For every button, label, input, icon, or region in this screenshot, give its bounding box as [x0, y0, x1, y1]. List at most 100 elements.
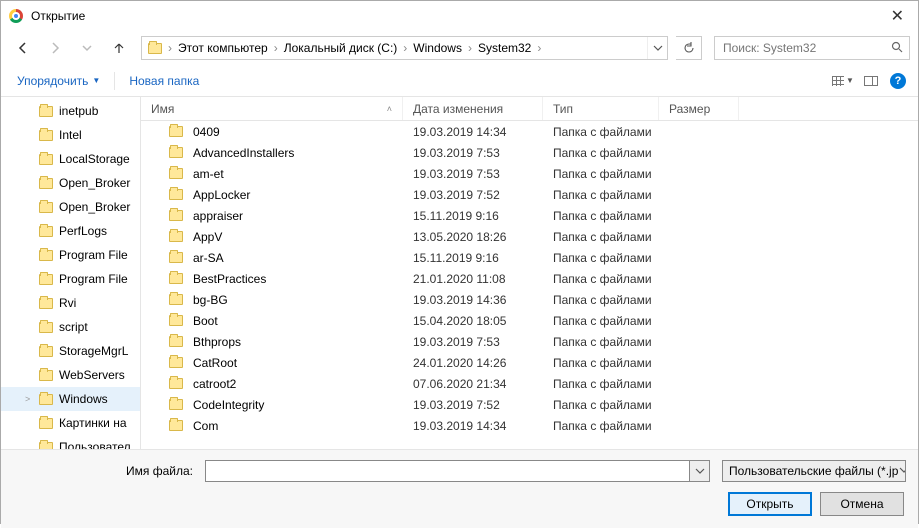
breadcrumb-item[interactable]: System32	[474, 41, 535, 55]
sidebar-item[interactable]: Program File	[1, 267, 140, 291]
column-size[interactable]: Размер	[659, 97, 739, 120]
separator	[114, 72, 115, 90]
sidebar-item[interactable]: PerfLogs	[1, 219, 140, 243]
sidebar-item-label: Program File	[59, 248, 128, 262]
file-type: Папка с файлами	[543, 272, 659, 286]
open-button[interactable]: Открыть	[728, 492, 812, 516]
folder-icon	[39, 154, 53, 165]
file-type: Папка с файлами	[543, 188, 659, 202]
file-date: 13.05.2020 18:26	[403, 230, 543, 244]
forward-button[interactable]	[41, 36, 69, 60]
cancel-button[interactable]: Отмена	[820, 492, 904, 516]
sidebar-item[interactable]: Program File	[1, 243, 140, 267]
table-row[interactable]: 040919.03.2019 14:34Папка с файлами	[141, 121, 918, 142]
sidebar[interactable]: inetpub Intel LocalStorage Open_BrokerOpen_…	[1, 97, 141, 449]
sidebar-item[interactable]: Пользовател	[1, 435, 140, 449]
table-row[interactable]: bg-BG19.03.2019 14:36Папка с файлами	[141, 289, 918, 310]
sidebar-item-label: inetpub	[59, 104, 98, 118]
organize-menu[interactable]: Упорядочить ▼	[13, 70, 104, 92]
table-row[interactable]: Bthprops19.03.2019 7:53Папка с файлами	[141, 331, 918, 352]
filename-input[interactable]	[205, 460, 690, 482]
view-mode-button[interactable]: ▼	[830, 69, 856, 93]
table-row[interactable]: CatRoot24.01.2020 14:26Папка с файлами	[141, 352, 918, 373]
file-type-filter[interactable]: Пользовательские файлы (*.jp	[722, 460, 906, 482]
folder-icon	[39, 106, 53, 117]
sidebar-item[interactable]: inetpub	[1, 99, 140, 123]
sidebar-item[interactable]: Intel	[1, 123, 140, 147]
folder-icon	[39, 394, 53, 405]
filename-combo[interactable]	[205, 460, 710, 482]
toolbar: Упорядочить ▼ Новая папка ▼ ?	[1, 65, 918, 97]
folder-icon	[39, 274, 53, 285]
column-type[interactable]: Тип	[543, 97, 659, 120]
table-row[interactable]: Boot15.04.2020 18:05Папка с файлами	[141, 310, 918, 331]
table-row[interactable]: CodeIntegrity19.03.2019 7:52Папка с файл…	[141, 394, 918, 415]
help-button[interactable]: ?	[890, 73, 906, 89]
sidebar-item[interactable]: Картинки на	[1, 411, 140, 435]
table-row[interactable]: AppLocker 19.03.2019 7:52Папка с файлами	[141, 184, 918, 205]
search-input[interactable]	[721, 40, 891, 56]
sidebar-item[interactable]: Open_Broker	[1, 195, 140, 219]
file-type: Папка с файлами	[543, 314, 659, 328]
table-row[interactable]: appraiser15.11.2019 9:16Папка с файлами	[141, 205, 918, 226]
sidebar-item[interactable]: Open_Broker	[1, 171, 140, 195]
address-bar[interactable]: › Этот компьютер›Локальный диск (C:)›Win…	[141, 36, 668, 60]
file-date: 21.01.2020 11:08	[403, 272, 543, 286]
address-dropdown[interactable]	[647, 37, 667, 59]
file-type: Папка с файлами	[543, 335, 659, 349]
breadcrumb-item[interactable]: Windows	[409, 41, 466, 55]
file-date: 19.03.2019 14:34	[403, 125, 543, 139]
breadcrumb-item[interactable]: Локальный диск (C:)	[280, 41, 402, 55]
filename-label: Имя файла:	[13, 464, 199, 478]
sidebar-item[interactable]: script	[1, 315, 140, 339]
sidebar-item[interactable]: >Windows	[1, 387, 140, 411]
file-date: 15.11.2019 9:16	[403, 209, 543, 223]
sidebar-item-label: WebServers	[59, 368, 125, 382]
search-box[interactable]	[714, 36, 910, 60]
chevron-down-icon: ▼	[846, 76, 854, 85]
expand-icon[interactable]: >	[25, 394, 30, 404]
file-name: bg-BG	[193, 293, 228, 307]
chevron-right-icon: ›	[166, 41, 174, 55]
file-date: 19.03.2019 14:34	[403, 419, 543, 433]
sort-asc-icon: ˄	[387, 104, 402, 114]
recent-dropdown[interactable]	[73, 36, 101, 60]
folder-icon	[169, 147, 183, 158]
file-date: 19.03.2019 7:52	[403, 188, 543, 202]
column-name[interactable]: Имя˄	[141, 97, 403, 120]
table-row[interactable]: am-et19.03.2019 7:53Папка с файлами	[141, 163, 918, 184]
table-row[interactable]: AppV13.05.2020 18:26Папка с файлами	[141, 226, 918, 247]
refresh-button[interactable]	[676, 36, 702, 60]
table-row[interactable]: catroot207.06.2020 21:34Папка с файлами	[141, 373, 918, 394]
file-name: AppLocker	[193, 188, 250, 202]
folder-icon	[169, 420, 183, 431]
window-title: Открытие	[31, 9, 885, 23]
close-button[interactable]: ✕	[885, 4, 910, 28]
file-name: Bthprops	[193, 335, 241, 349]
sidebar-item-label: StorageMgrL	[59, 344, 128, 358]
table-row[interactable]: BestPractices 21.01.2020 11:08Папка с фай…	[141, 268, 918, 289]
sidebar-item[interactable]: WebServers	[1, 363, 140, 387]
column-date[interactable]: Дата изменения	[403, 97, 543, 120]
file-list[interactable]: 040919.03.2019 14:34Папка с файламиAdvan…	[141, 121, 918, 449]
sidebar-item[interactable]: StorageMgrL	[1, 339, 140, 363]
table-row[interactable]: AdvancedInstallers19.03.2019 7:53Папка с…	[141, 142, 918, 163]
new-folder-button[interactable]: Новая папка	[125, 70, 203, 92]
up-button[interactable]	[105, 36, 133, 60]
preview-pane-button[interactable]	[858, 69, 884, 93]
folder-icon	[39, 178, 53, 189]
filename-dropdown[interactable]	[690, 460, 710, 482]
file-name: appraiser	[193, 209, 243, 223]
sidebar-item-label: LocalStorage	[59, 152, 130, 166]
column-headers: Имя˄ Дата изменения Тип Размер	[141, 97, 918, 121]
back-button[interactable]	[9, 36, 37, 60]
table-row[interactable]: Com19.03.2019 14:34Папка с файлами	[141, 415, 918, 436]
sidebar-item[interactable]: LocalStorage	[1, 147, 140, 171]
folder-icon	[169, 336, 183, 347]
breadcrumb-item[interactable]: Этот компьютер	[174, 41, 272, 55]
sidebar-item-label: Rvi	[59, 296, 76, 310]
file-name: BestPractices	[193, 272, 266, 286]
table-row[interactable]: ar-SA15.11.2019 9:16Папка с файлами	[141, 247, 918, 268]
sidebar-item[interactable]: Rvi	[1, 291, 140, 315]
file-type: Папка с файлами	[543, 398, 659, 412]
